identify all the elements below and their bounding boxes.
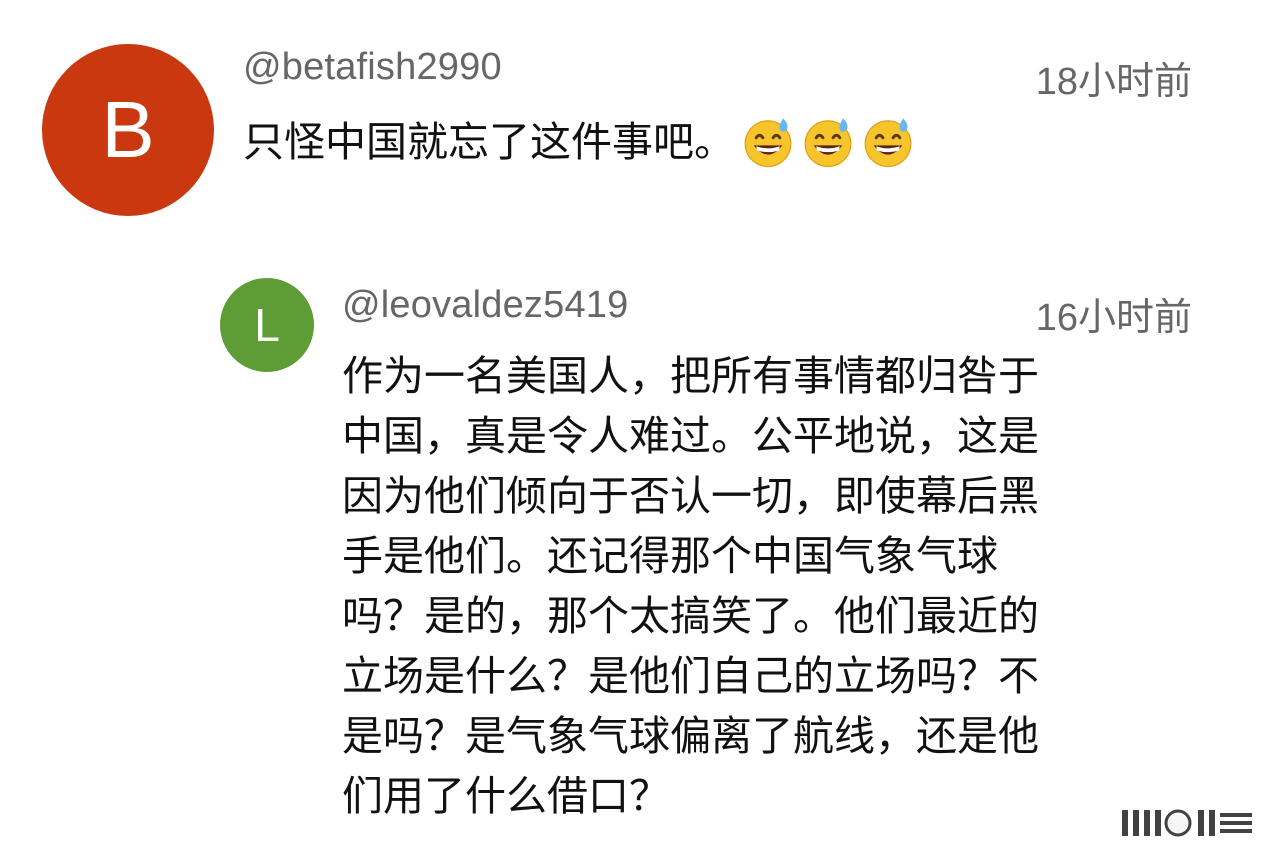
avatar[interactable]: L <box>220 278 314 372</box>
grinning-sweat-emoji-icon <box>744 118 792 168</box>
avatar-letter: L <box>254 299 280 351</box>
grinning-sweat-emoji-icon <box>804 118 852 168</box>
comment-body: 只怪中国就忘了这件事吧。 <box>243 112 915 172</box>
reply-item: L @leovaldez5419 16小时前 作为一名美国人，把所有事情都归咎于… <box>0 270 1280 859</box>
reply-username[interactable]: @leovaldez5419 <box>342 284 628 327</box>
avatar-letter: B <box>101 85 155 174</box>
comment-text: 只怪中国就忘了这件事吧。 <box>243 118 735 166</box>
comment-item: B @betafish2990 18小时前 只怪中国就忘了这件事吧。 <box>0 0 1280 240</box>
reply-body: 作为一名美国人，把所有事情都归咎于 中国，真是令人难过。公平地说，这是 因为他们… <box>342 352 1039 820</box>
watermark-logo-icon <box>1122 809 1252 837</box>
emoji-group <box>741 115 915 169</box>
grinning-sweat-emoji-icon <box>864 118 912 168</box>
comment-timestamp: 18小时前 <box>1035 61 1192 103</box>
reply-timestamp: 16小时前 <box>1035 297 1192 339</box>
avatar[interactable]: B <box>42 44 214 216</box>
comment-username[interactable]: @betafish2990 <box>243 46 502 89</box>
